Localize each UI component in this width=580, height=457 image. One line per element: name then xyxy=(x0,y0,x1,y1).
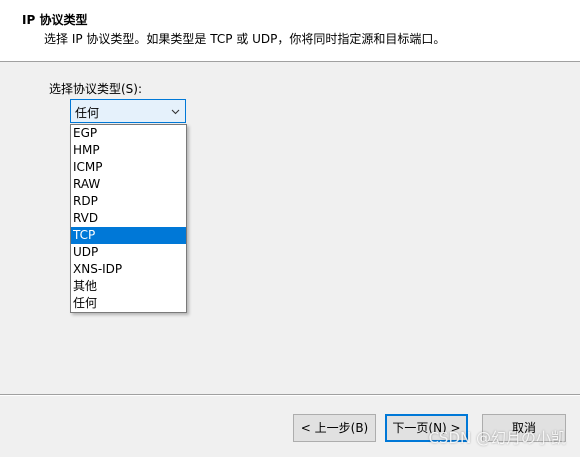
protocol-option[interactable]: HMP xyxy=(71,142,186,159)
wizard-header: IP 协议类型 选择 IP 协议类型。如果类型是 TCP 或 UDP，你将同时指… xyxy=(0,0,580,62)
page-title: IP 协议类型 xyxy=(22,13,88,27)
watermark: CSDN @幻月の小凯 xyxy=(428,429,566,447)
protocol-option[interactable]: XNS-IDP xyxy=(71,261,186,278)
footer-divider xyxy=(0,394,580,396)
chevron-down-icon xyxy=(171,109,180,115)
protocol-type-select[interactable]: 任何 xyxy=(70,99,186,123)
protocol-option[interactable]: RVD xyxy=(71,210,186,227)
protocol-option[interactable]: 任何 xyxy=(71,295,186,312)
protocol-type-selected-value: 任何 xyxy=(75,106,100,120)
protocol-option[interactable]: EGP xyxy=(71,125,186,142)
protocol-option[interactable]: UDP xyxy=(71,244,186,261)
protocol-option[interactable]: 其他 xyxy=(71,278,186,295)
protocol-dropdown-list: EGP HMP ICMP RAW RDP RVD TCP UDP XNS-IDP 其他 任何 xyxy=(70,124,187,313)
back-button[interactable]: < 上一步(B) xyxy=(293,414,376,442)
page-description: 选择 IP 协议类型。如果类型是 TCP 或 UDP，你将同时指定源和目标端口。 xyxy=(44,32,446,46)
protocol-option[interactable]: TCP xyxy=(71,227,186,244)
protocol-option[interactable]: RDP xyxy=(71,193,186,210)
protocol-option[interactable]: RAW xyxy=(71,176,186,193)
protocol-type-label: 选择协议类型(S): xyxy=(49,82,143,96)
protocol-option[interactable]: ICMP xyxy=(71,159,186,176)
